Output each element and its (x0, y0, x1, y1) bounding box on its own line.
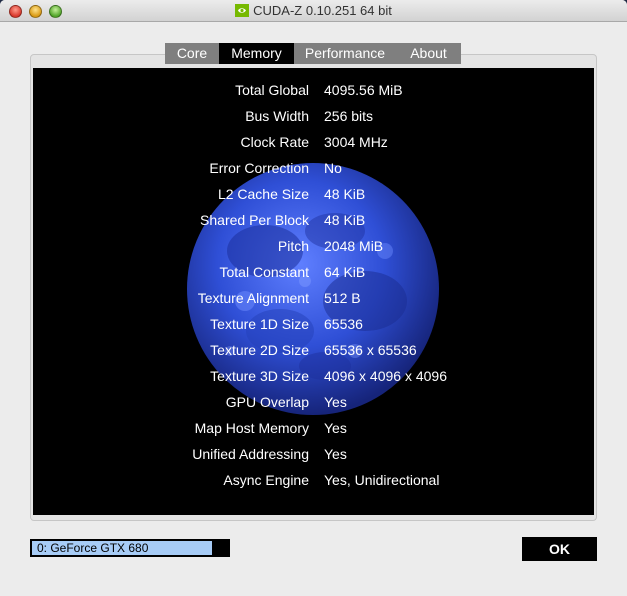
info-row: Texture 1D Size 65536 (33, 314, 594, 334)
info-value: No (324, 160, 342, 176)
info-label: Unified Addressing (192, 446, 309, 462)
info-row: Total Global 4095.56 MiB (33, 80, 594, 100)
info-label: Texture 1D Size (210, 316, 309, 332)
info-label: Total Global (235, 82, 309, 98)
info-label: Texture Alignment (197, 290, 309, 306)
info-row: Shared Per Block 48 KiB (33, 210, 594, 230)
window-title-area: CUDA-Z 0.10.251 64 bit (0, 3, 627, 19)
info-label: GPU Overlap (225, 394, 309, 410)
info-row: Bus Width 256 bits (33, 106, 594, 126)
info-label: L2 Cache Size (217, 186, 309, 202)
tab-about[interactable]: About (396, 43, 461, 64)
memory-panel: Total Global 4095.56 MiB Bus Width 256 bits… (33, 68, 594, 515)
app-window: CUDA-Z 0.10.251 64 bit Core Memory Perfo… (0, 0, 627, 596)
info-row: Pitch 2048 MiB (33, 236, 594, 256)
info-value: 48 KiB (324, 186, 366, 202)
info-row: Texture Alignment 512 B (33, 288, 594, 308)
info-row: Texture 2D Size 65536 x 65536 (33, 340, 594, 360)
info-value: Yes (324, 394, 347, 410)
info-label: Bus Width (245, 108, 309, 124)
info-row: Async Engine Yes, Unidirectional (33, 470, 594, 490)
info-label: Pitch (277, 238, 309, 254)
info-value: 48 KiB (324, 212, 366, 228)
info-value: 256 bits (324, 108, 374, 124)
nvidia-logo-icon (235, 4, 250, 17)
info-row: Clock Rate 3004 MHz (33, 132, 594, 152)
info-label: Async Engine (223, 472, 309, 488)
info-row: L2 Cache Size 48 KiB (33, 184, 594, 204)
info-row: Map Host Memory Yes (33, 418, 594, 438)
info-value: 4096 x 4096 x 4096 (324, 368, 447, 384)
device-select-value[interactable]: 0: GeForce GTX 680 (32, 541, 212, 555)
info-value: 4095.56 MiB (324, 82, 403, 98)
info-value: 512 B (324, 290, 361, 306)
info-row: Error Correction No (33, 158, 594, 178)
tab-memory[interactable]: Memory (219, 43, 294, 64)
info-value: Yes (324, 446, 347, 462)
ok-button[interactable]: OK (522, 537, 597, 561)
title-bar: CUDA-Z 0.10.251 64 bit (0, 0, 627, 22)
info-label: Total Constant (219, 264, 310, 280)
info-row: Total Constant 64 KiB (33, 262, 594, 282)
tab-core[interactable]: Core (165, 43, 219, 64)
info-row: Texture 3D Size 4096 x 4096 x 4096 (33, 366, 594, 386)
info-row: GPU Overlap Yes (33, 392, 594, 412)
info-value: Yes (324, 420, 347, 436)
device-select[interactable]: 0: GeForce GTX 680 (30, 539, 230, 557)
info-row: Unified Addressing Yes (33, 444, 594, 464)
info-value: 65536 x 65536 (324, 342, 417, 358)
info-label: Texture 3D Size (210, 368, 309, 384)
info-value: 64 KiB (324, 264, 366, 280)
info-label: Texture 2D Size (210, 342, 309, 358)
info-label: Error Correction (209, 160, 309, 176)
info-value: 3004 MHz (324, 134, 388, 150)
tab-performance[interactable]: Performance (294, 43, 396, 64)
info-label: Shared Per Block (200, 212, 309, 228)
tab-bar: Core Memory Performance About (165, 43, 461, 64)
info-value: 2048 MiB (324, 238, 384, 254)
info-value: Yes, Unidirectional (324, 472, 440, 488)
info-value: 65536 (324, 316, 363, 332)
info-label: Map Host Memory (194, 420, 309, 436)
info-label: Clock Rate (240, 134, 309, 150)
window-title: CUDA-Z 0.10.251 64 bit (253, 3, 392, 18)
